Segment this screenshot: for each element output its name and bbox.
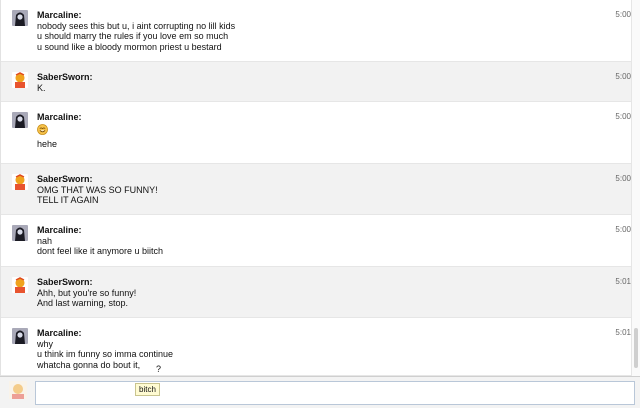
message-text: Ahh, but you're so funny! [37,287,137,298]
message-sender: Marcaline: [37,10,82,20]
message-input[interactable] [35,381,635,405]
message-timestamp: 5:00 [615,174,631,183]
marcaline-avatar-icon [12,112,28,128]
chat-log: Marcaline: nobody sees this but u, i aint… [0,0,633,376]
message-sender: SaberSworn: [37,72,93,82]
message-text: u should marry the rules if you love em … [37,31,229,41]
message-timestamp: 5:00 [615,112,631,121]
message-sender: Marcaline: [37,328,82,338]
marcaline-avatar-icon [12,328,28,344]
sabersworn-avatar-icon [12,277,28,293]
message-text: OMG THAT WAS SO FUNNY! [37,184,158,195]
message-sender: Marcaline: [37,225,82,235]
message-timestamp: 5:00 [615,72,631,81]
message-text: u think im funny so imma continue [37,349,174,359]
tooltip: bitch [135,383,160,396]
message-text: And last warning, stop. [37,298,129,308]
message-timestamp: 5:01 [615,328,631,337]
message-timestamp: 5:00 [615,225,631,234]
message-timestamp: 5:00 [615,10,631,19]
message-text: hehe [37,138,58,149]
question-mark-text: ? [156,364,162,374]
message-timestamp: 5:01 [615,277,631,286]
message-text: dont feel like it anymore u biitch [37,246,164,256]
message-sender: Marcaline: [37,112,82,122]
message-row: Marcaline: why u think im funny so imma co… [1,318,633,376]
message-row: SaberSworn: OMG THAT WAS SO FUNNY! TELL IT… [1,164,633,215]
message-sender: SaberSworn: [37,174,93,184]
sabersworn-avatar-icon [12,72,28,88]
message-row: Marcaline: nobody sees this but u, i aint… [1,0,633,62]
message-row: SaberSworn: K. 5:00 [1,62,633,102]
message-emoji [37,123,573,135]
message-row: SaberSworn: Ahh, but you're so funny! And … [1,267,633,318]
sabersworn-avatar-icon [12,174,28,190]
message-text: K. [37,82,46,93]
message-sender: SaberSworn: [37,277,93,287]
message-text: TELL IT AGAIN [37,195,99,205]
message-row: Marcaline: nah dont feel like it anymore u… [1,215,633,267]
input-bar [0,376,640,408]
scrollbar-thumb[interactable] [634,328,638,368]
marcaline-avatar-icon [12,10,28,26]
my-avatar-icon [9,381,27,399]
message-text: why [37,338,54,349]
chat-scrollbar[interactable] [631,0,640,376]
message-text: whatcha gonna do bout it, [37,359,141,370]
message-text: nobody sees this but u, i aint corruptin… [37,20,236,31]
message-row: Marcaline: hehe 5:00 [1,102,633,164]
smiley-emoji-icon [37,123,48,135]
message-text: nah [37,235,53,246]
message-text: u sound like a bloody mormon priest u be… [37,41,222,52]
marcaline-avatar-icon [12,225,28,241]
